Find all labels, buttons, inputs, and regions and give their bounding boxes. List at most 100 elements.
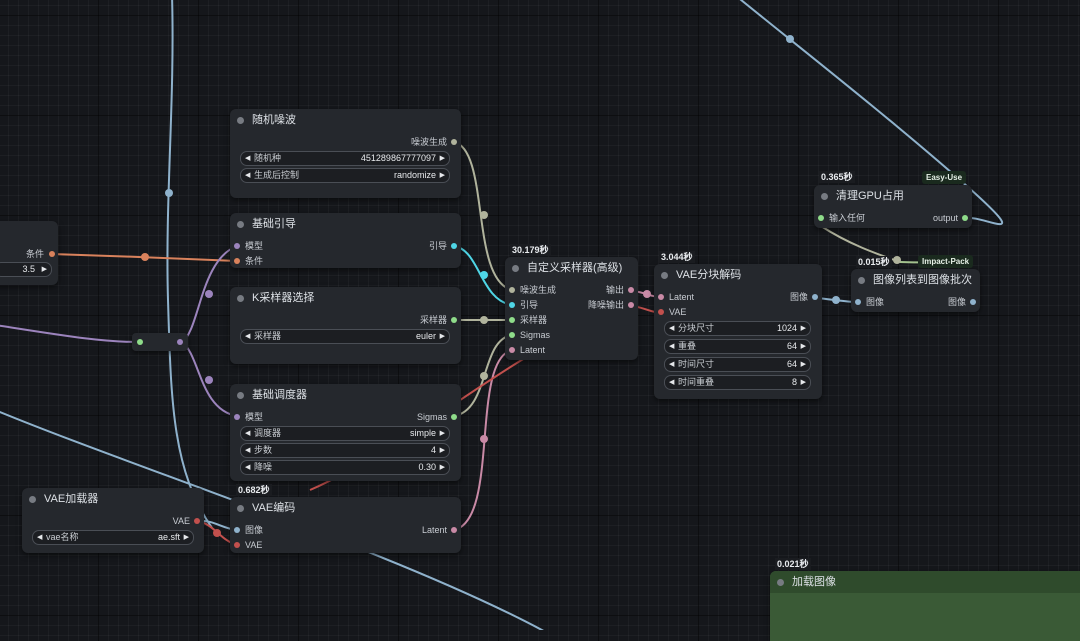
custom-sampler-advanced-node[interactable]: 自定义采样器(高级) 噪波生成 引导 采样器 Sigmas Latent 输出 …	[505, 257, 638, 360]
basic-scheduler-node[interactable]: 基础调度器 模型 Sigmas ◀ 调度器 simple ▶ ◀ 步数 4 ▶ …	[230, 384, 461, 481]
collapse-dot-icon[interactable]	[661, 272, 668, 279]
input-port-image[interactable]	[855, 299, 861, 305]
reroute-dot[interactable]	[205, 376, 213, 384]
arrow-left-icon[interactable]: ◀	[245, 444, 250, 457]
arrow-left-icon[interactable]: ◀	[669, 376, 674, 389]
input-port-guider[interactable]	[509, 302, 515, 308]
arrow-right-icon[interactable]: ▶	[440, 444, 445, 457]
reroute-dot[interactable]	[643, 290, 651, 298]
reroute-dot[interactable]	[141, 253, 149, 261]
arrow-right-icon[interactable]: ▶	[440, 330, 445, 343]
input-port-model[interactable]	[234, 414, 240, 420]
arrow-right-icon[interactable]: ▶	[440, 461, 445, 474]
node-title-bar[interactable]: 基础调度器	[230, 384, 461, 406]
arrow-right-icon[interactable]: ▶	[801, 376, 806, 389]
collapse-dot-icon[interactable]	[858, 277, 865, 284]
scheduler-widget[interactable]: ◀ 调度器 simple ▶	[240, 426, 450, 441]
arrow-left-icon[interactable]: ◀	[37, 531, 42, 544]
node-title-bar[interactable]: 基础引导	[230, 213, 461, 235]
input-port-image[interactable]	[234, 527, 240, 533]
collapse-dot-icon[interactable]	[512, 265, 519, 272]
reroute-dot[interactable]	[832, 296, 840, 304]
input-port-noise[interactable]	[509, 287, 515, 293]
output-port-output[interactable]	[962, 215, 968, 221]
input-port-sigmas[interactable]	[509, 332, 515, 338]
arrow-left-icon[interactable]: ◀	[245, 169, 250, 182]
reroute-dot[interactable]	[213, 529, 221, 537]
output-port[interactable]	[177, 339, 183, 345]
overlap-widget[interactable]: ◀ 重叠 64 ▶	[664, 339, 811, 354]
arrow-left-icon[interactable]: ◀	[245, 461, 250, 474]
node-title-bar[interactable]: VAE加载器	[22, 488, 204, 510]
reroute-dot[interactable]	[165, 189, 173, 197]
reroute-dot[interactable]	[480, 211, 488, 219]
output-port-sigmas[interactable]	[451, 414, 457, 420]
input-port-vae[interactable]	[234, 542, 240, 548]
arrow-left-icon[interactable]: ◀	[669, 340, 674, 353]
node-title-bar[interactable]: 自定义采样器(高级)	[505, 257, 638, 279]
input-port-sampler[interactable]	[509, 317, 515, 323]
steps-widget[interactable]: ◀ 步数 4 ▶	[240, 443, 450, 458]
collapse-dot-icon[interactable]	[237, 295, 244, 302]
collapse-dot-icon[interactable]	[777, 579, 784, 586]
temporal-size-widget[interactable]: ◀ 时间尺寸 64 ▶	[664, 357, 811, 372]
arrow-left-icon[interactable]: ◀	[245, 427, 250, 440]
partial-conditioning-node[interactable]: 条件 3.5 ▶	[0, 221, 58, 285]
collapse-dot-icon[interactable]	[237, 117, 244, 124]
node-title-bar[interactable]: 清理GPU占用	[814, 185, 972, 207]
arrow-right-icon[interactable]: ▶	[440, 152, 445, 165]
collapse-dot-icon[interactable]	[29, 496, 36, 503]
image-list-to-batch-node[interactable]: 图像列表到图像批次 图像 图像	[851, 269, 980, 312]
clean-gpu-node[interactable]: 清理GPU占用 输入任何 output	[814, 185, 972, 228]
node-title-bar[interactable]: VAE编码	[230, 497, 461, 519]
output-port-image[interactable]	[970, 299, 976, 305]
basic-guider-node[interactable]: 基础引导 模型 条件 引导	[230, 213, 461, 268]
node-title-bar[interactable]: K采样器选择	[230, 287, 461, 309]
input-port-any[interactable]	[818, 215, 824, 221]
arrow-right-icon[interactable]: ▶	[184, 531, 189, 544]
denoise-widget[interactable]: ◀ 降噪 0.30 ▶	[240, 460, 450, 475]
input-port-cond[interactable]	[234, 258, 240, 264]
input-port[interactable]	[137, 339, 143, 345]
output-port-latent[interactable]	[451, 527, 457, 533]
output-port-sampler[interactable]	[451, 317, 457, 323]
node-title-bar[interactable]: 随机噪波	[230, 109, 461, 131]
output-port-cond[interactable]	[49, 251, 55, 257]
reroute-dot[interactable]	[480, 316, 488, 324]
seed-widget[interactable]: ◀ 随机种 451289867777097 ▶	[240, 151, 450, 166]
arrow-left-icon[interactable]: ◀	[669, 322, 674, 335]
vae-encode-node[interactable]: VAE编码 图像 VAE Latent	[230, 497, 461, 553]
input-port-latent[interactable]	[658, 294, 664, 300]
random-noise-node[interactable]: 随机噪波 噪波生成 ◀ 随机种 451289867777097 ▶ ◀ 生成后控…	[230, 109, 461, 198]
sampler-name-widget[interactable]: ◀ 采样器 euler ▶	[240, 329, 450, 344]
arrow-right-icon[interactable]: ▶	[801, 358, 806, 371]
collapse-dot-icon[interactable]	[821, 193, 828, 200]
output-port-output[interactable]	[628, 287, 634, 293]
arrow-left-icon[interactable]: ◀	[245, 330, 250, 343]
guidance-value-widget[interactable]: 3.5 ▶	[0, 262, 52, 277]
output-port-guider[interactable]	[451, 243, 457, 249]
reroute-dot[interactable]	[480, 271, 488, 279]
arrow-right-icon[interactable]: ▶	[440, 169, 445, 182]
temporal-overlap-widget[interactable]: ◀ 时间重叠 8 ▶	[664, 375, 811, 390]
arrow-right-icon[interactable]: ▶	[42, 263, 47, 276]
node-title-bar[interactable]: 加载图像	[770, 571, 1080, 593]
vae-name-widget[interactable]: ◀ vae名称 ae.sft ▶	[32, 530, 194, 545]
arrow-left-icon[interactable]: ◀	[669, 358, 674, 371]
arrow-right-icon[interactable]: ▶	[440, 427, 445, 440]
collapse-dot-icon[interactable]	[237, 221, 244, 228]
reroute-dot[interactable]	[480, 372, 488, 380]
output-port-image[interactable]	[812, 294, 818, 300]
node-title-bar[interactable]: VAE分块解码	[654, 264, 822, 286]
collapse-dot-icon[interactable]	[237, 392, 244, 399]
node-title-bar[interactable]: 图像列表到图像批次	[851, 269, 980, 291]
arrow-left-icon[interactable]: ◀	[245, 152, 250, 165]
input-port-vae[interactable]	[658, 309, 664, 315]
reroute-node[interactable]	[132, 333, 188, 351]
reroute-dot[interactable]	[786, 35, 794, 43]
load-image-node[interactable]: 加载图像	[770, 571, 1080, 641]
vae-tiled-decode-node[interactable]: VAE分块解码 Latent VAE 图像 ◀ 分块尺寸 1024 ▶ ◀ 重叠…	[654, 264, 822, 399]
arrow-right-icon[interactable]: ▶	[801, 340, 806, 353]
output-port-vae[interactable]	[194, 518, 200, 524]
control-after-generate-widget[interactable]: ◀ 生成后控制 randomize ▶	[240, 168, 450, 183]
